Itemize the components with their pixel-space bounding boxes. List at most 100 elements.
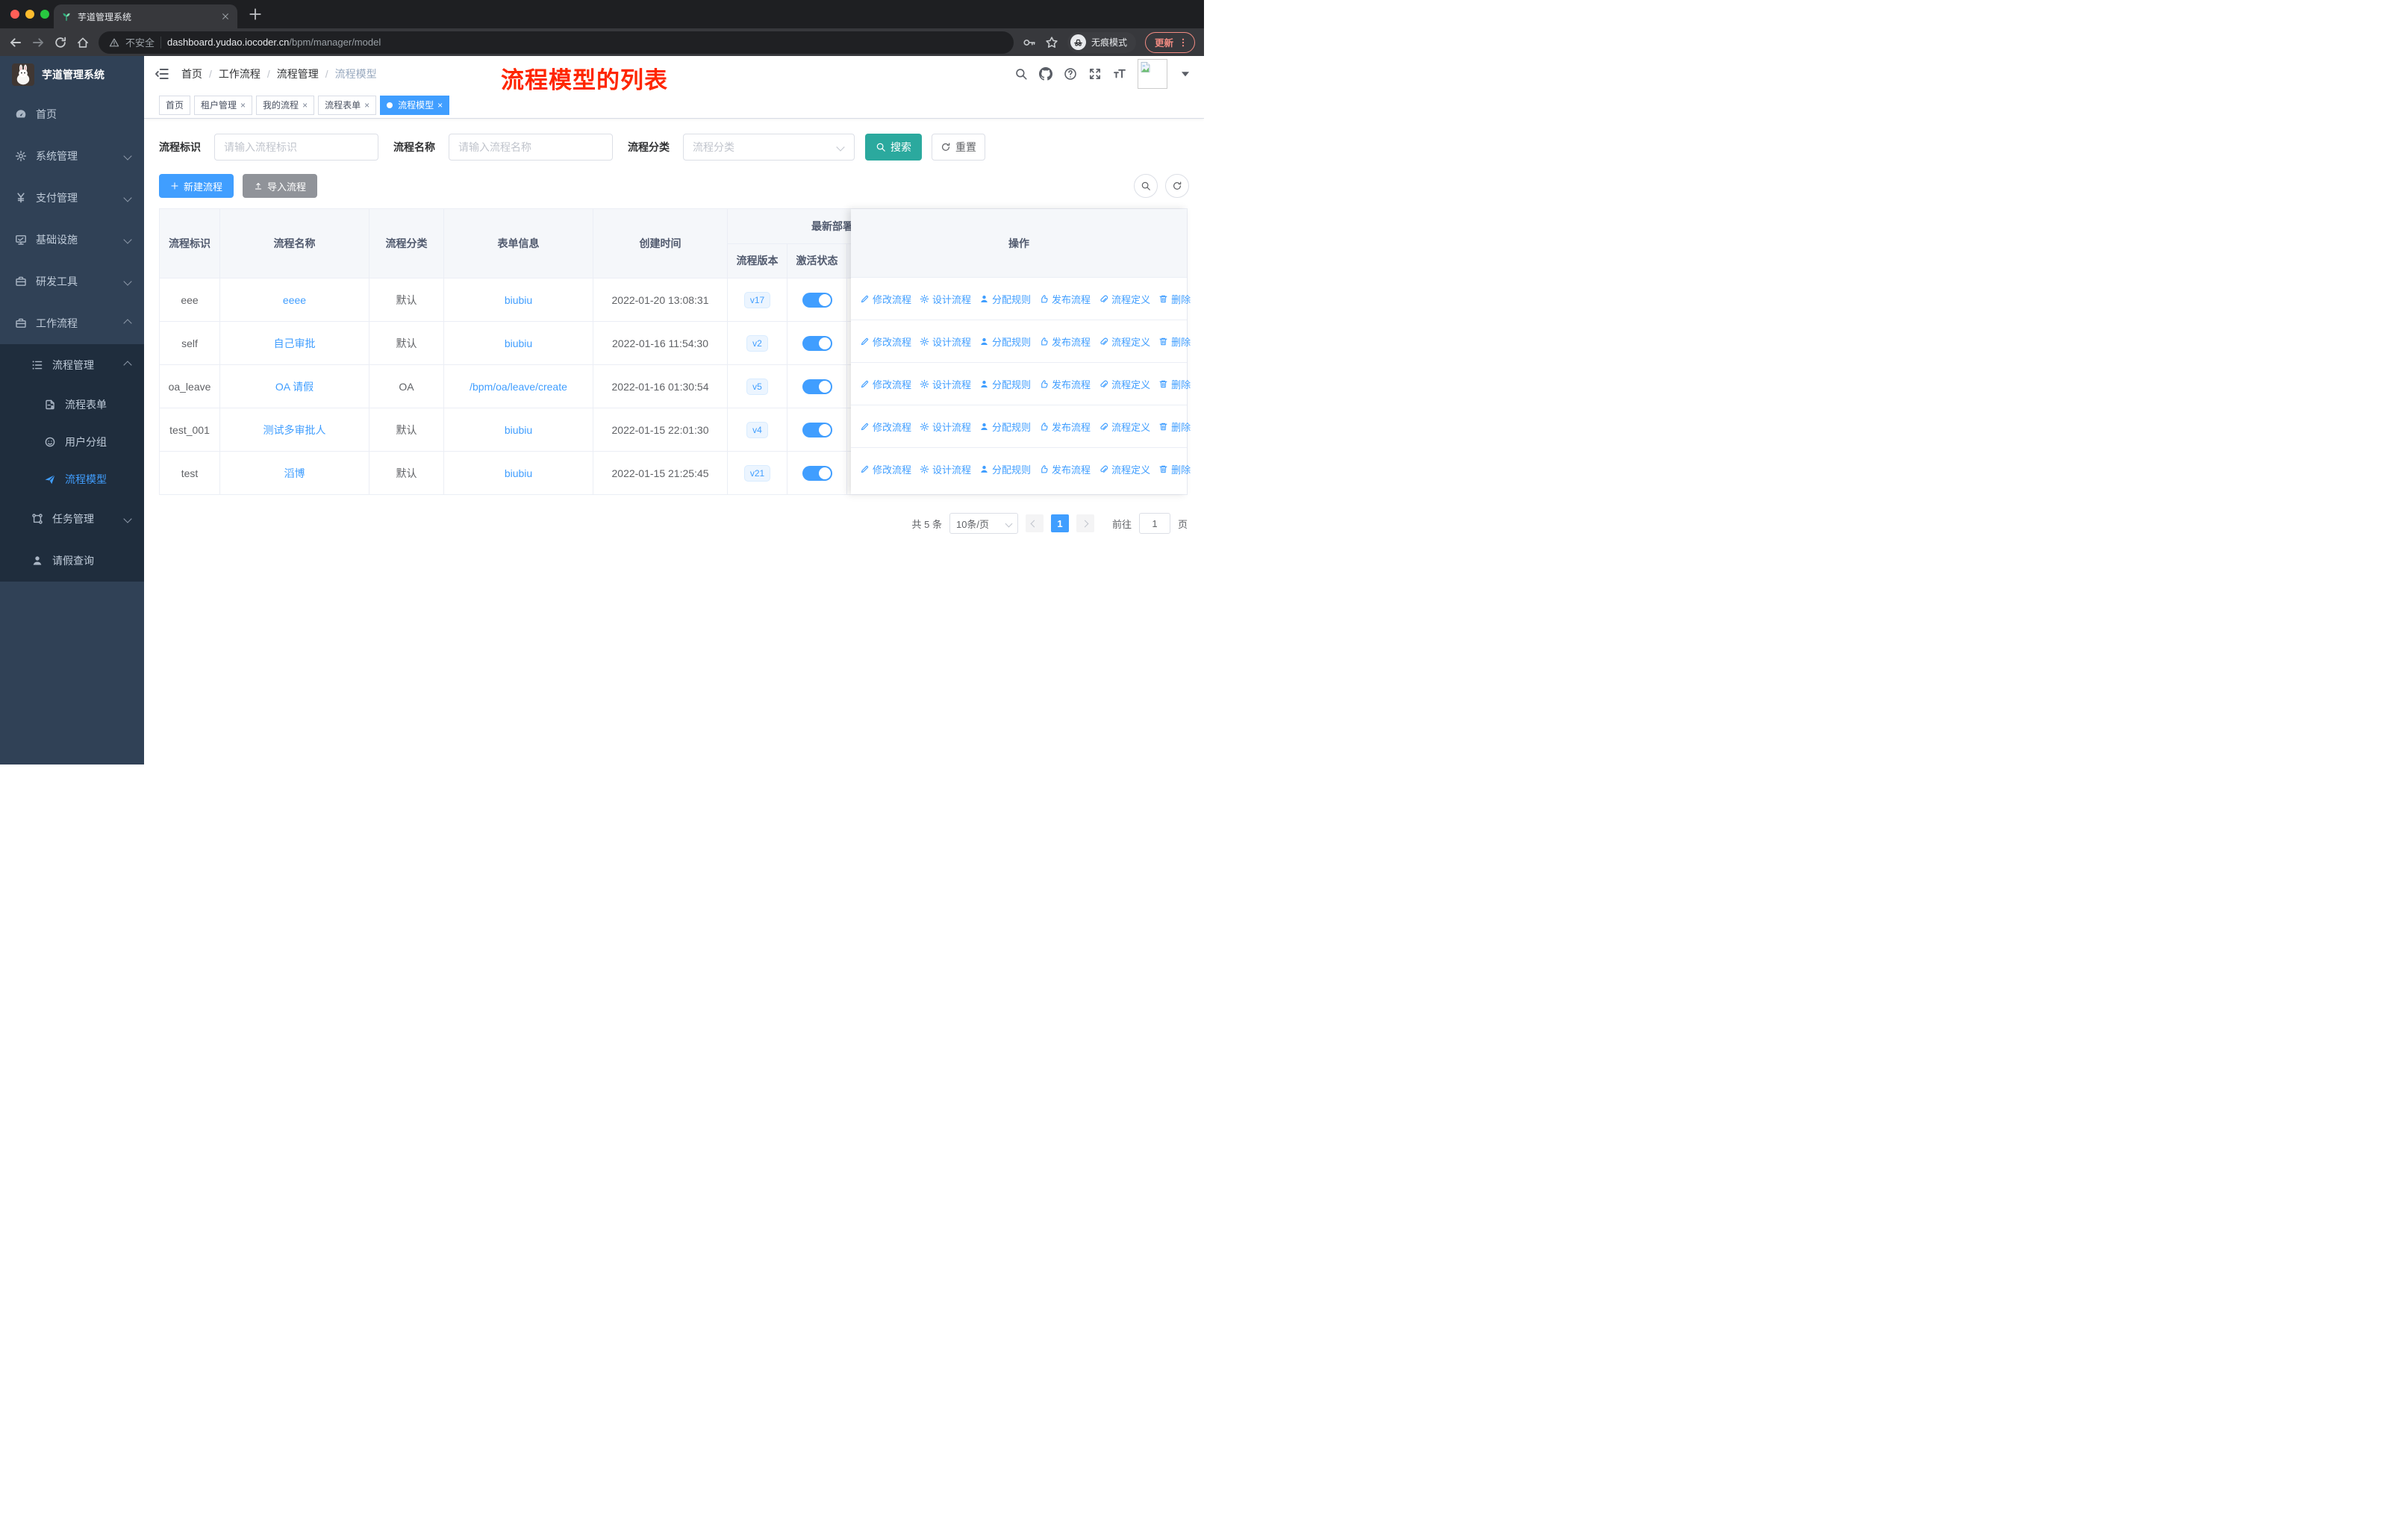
row-action-link[interactable]: 设计流程	[920, 292, 971, 306]
row-action-link[interactable]: 分配规则	[979, 334, 1031, 349]
sidebar-logo[interactable]: 芋道管理系统	[0, 56, 144, 93]
active-toggle[interactable]	[802, 379, 832, 394]
goto-page-input[interactable]: 1	[1138, 513, 1170, 534]
maximize-window-button[interactable]	[40, 10, 49, 19]
search-icon[interactable]	[1014, 67, 1028, 81]
row-action-link[interactable]: 删除	[1158, 292, 1191, 306]
row-action-link[interactable]: 修改流程	[860, 377, 911, 391]
process-name-link[interactable]: 测试多审批人	[263, 423, 326, 437]
new-tab-button[interactable]	[248, 7, 263, 22]
sidebar-item-home[interactable]: 首页	[0, 93, 144, 135]
row-action-link[interactable]: 分配规则	[979, 377, 1031, 391]
current-page-button[interactable]: 1	[1050, 514, 1069, 532]
minimize-window-button[interactable]	[25, 10, 34, 19]
address-bar[interactable]: 不安全 dashboard.yudao.iocoder.cn/bpm/manag…	[99, 31, 1014, 54]
reset-button[interactable]: 重置	[932, 134, 985, 161]
tag-close-icon[interactable]: ×	[437, 100, 443, 110]
row-action-link[interactable]: 流程定义	[1099, 462, 1150, 476]
row-action-link[interactable]: 流程定义	[1099, 420, 1150, 434]
form-info-link[interactable]: biubiu	[505, 424, 532, 436]
search-button[interactable]: 搜索	[865, 134, 922, 161]
prev-page-button[interactable]	[1025, 514, 1044, 532]
sidebar-item-payment[interactable]: 支付管理	[0, 177, 144, 219]
process-name-link[interactable]: 自己审批	[274, 336, 316, 351]
refresh-table-button[interactable]	[1165, 174, 1189, 198]
tag-close-icon[interactable]: ×	[240, 100, 246, 110]
active-toggle[interactable]	[802, 335, 832, 351]
back-icon[interactable]	[9, 36, 22, 49]
github-icon[interactable]	[1039, 67, 1052, 81]
row-action-link[interactable]: 修改流程	[860, 292, 911, 306]
row-action-link[interactable]: 分配规则	[979, 462, 1031, 476]
row-action-link[interactable]: 流程定义	[1099, 377, 1150, 391]
row-action-link[interactable]: 修改流程	[860, 420, 911, 434]
import-process-button[interactable]: 导入流程	[243, 174, 318, 198]
process-name-link[interactable]: 滔博	[284, 466, 305, 481]
row-action-link[interactable]: 流程定义	[1099, 334, 1150, 349]
tab-close-icon[interactable]	[221, 12, 230, 21]
row-action-link[interactable]: 发布流程	[1039, 462, 1091, 476]
row-action-link[interactable]: 分配规则	[979, 292, 1031, 306]
browser-tab[interactable]: 芋道管理系统	[54, 4, 237, 28]
key-icon[interactable]	[1023, 36, 1036, 49]
row-action-link[interactable]: 分配规则	[979, 420, 1031, 434]
process-name-link[interactable]: eeee	[283, 294, 306, 306]
close-window-button[interactable]	[10, 10, 19, 19]
sidebar-item-system[interactable]: 系统管理	[0, 135, 144, 177]
row-action-link[interactable]: 设计流程	[920, 420, 971, 434]
help-icon[interactable]	[1064, 67, 1077, 81]
caret-down-icon[interactable]	[1179, 67, 1192, 81]
process-id-input[interactable]: 请输入流程标识	[214, 134, 378, 161]
browser-menu-dots-icon[interactable]	[1178, 37, 1188, 48]
tag-process-form[interactable]: 流程表单 ×	[318, 95, 377, 115]
row-action-link[interactable]: 修改流程	[860, 462, 911, 476]
update-browser-button[interactable]: 更新	[1144, 31, 1195, 53]
row-action-link[interactable]: 发布流程	[1039, 292, 1091, 306]
form-info-link[interactable]: biubiu	[505, 467, 532, 479]
sidebar-item-process-management[interactable]: 流程管理	[0, 344, 144, 386]
fullscreen-icon[interactable]	[1088, 67, 1102, 81]
page-size-select[interactable]: 10条/页	[949, 513, 1018, 534]
sidebar-item-leave-query[interactable]: 请假查询	[0, 540, 144, 582]
row-action-link[interactable]: 修改流程	[860, 334, 911, 349]
tag-close-icon[interactable]: ×	[364, 100, 369, 110]
row-action-link[interactable]: 设计流程	[920, 462, 971, 476]
row-action-link[interactable]: 发布流程	[1039, 420, 1091, 434]
create-process-button[interactable]: 新建流程	[159, 174, 234, 198]
form-info-link[interactable]: /bpm/oa/leave/create	[470, 381, 567, 393]
toggle-search-button[interactable]	[1134, 174, 1158, 198]
row-action-link[interactable]: 流程定义	[1099, 292, 1150, 306]
sidebar-item-user-group[interactable]: 用户分组	[0, 423, 144, 461]
next-page-button[interactable]	[1076, 514, 1094, 532]
active-toggle[interactable]	[802, 422, 832, 437]
row-action-link[interactable]: 发布流程	[1039, 334, 1091, 349]
row-action-link[interactable]: 删除	[1158, 377, 1191, 391]
sidebar-item-infrastructure[interactable]: 基础设施	[0, 219, 144, 261]
process-name-input[interactable]: 请输入流程名称	[449, 134, 613, 161]
home-icon[interactable]	[76, 36, 90, 49]
row-action-link[interactable]: 设计流程	[920, 377, 971, 391]
reload-icon[interactable]	[54, 36, 67, 49]
row-action-link[interactable]: 删除	[1158, 420, 1191, 434]
row-action-link[interactable]: 删除	[1158, 334, 1191, 349]
sidebar-item-devtools[interactable]: 研发工具	[0, 261, 144, 302]
process-name-link[interactable]: OA 请假	[275, 379, 314, 394]
active-toggle[interactable]	[802, 292, 832, 308]
form-info-link[interactable]: biubiu	[505, 294, 532, 306]
star-icon[interactable]	[1045, 36, 1058, 49]
row-action-link[interactable]: 发布流程	[1039, 377, 1091, 391]
hamburger-icon[interactable]	[155, 66, 169, 81]
sidebar-item-process-form[interactable]: 流程表单	[0, 386, 144, 423]
active-toggle[interactable]	[802, 465, 832, 481]
tag-home[interactable]: 首页	[159, 95, 191, 115]
sidebar-item-process-model[interactable]: 流程模型	[0, 461, 144, 498]
row-action-link[interactable]: 设计流程	[920, 334, 971, 349]
tag-process-model-active[interactable]: 流程模型 ×	[380, 95, 450, 115]
breadcrumb-process-management[interactable]: 流程管理	[277, 66, 319, 81]
forward-icon[interactable]	[31, 36, 45, 49]
row-action-link[interactable]: 删除	[1158, 462, 1191, 476]
tag-my-process[interactable]: 我的流程 ×	[256, 95, 315, 115]
form-info-link[interactable]: biubiu	[505, 337, 532, 349]
sidebar-item-workflow[interactable]: 工作流程	[0, 302, 144, 344]
tag-close-icon[interactable]: ×	[302, 100, 308, 110]
